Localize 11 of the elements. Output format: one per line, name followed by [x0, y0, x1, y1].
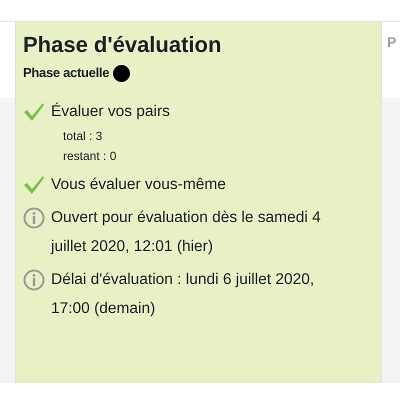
info-text: Ouvert pour évaluation dès le samedi 4 juillet 2020, 12:01 (hier)	[51, 208, 322, 258]
task-detail: total : 3	[62, 128, 104, 146]
phase-title: Phase d'évaluation	[23, 32, 222, 58]
info-icon	[23, 269, 45, 292]
task-label: Évaluer vos pairs	[51, 102, 170, 122]
status-label: Phase actuelle	[23, 64, 110, 82]
task-detail: restant : 0	[62, 148, 118, 166]
info-text: Délai d'évaluation : lundi 6 juillet 2020, 17:00 (demain)	[51, 270, 316, 320]
task-label: Vous évaluer vous-même	[51, 175, 226, 196]
next-phase-title: P	[386, 33, 396, 52]
info-icon	[23, 207, 45, 230]
